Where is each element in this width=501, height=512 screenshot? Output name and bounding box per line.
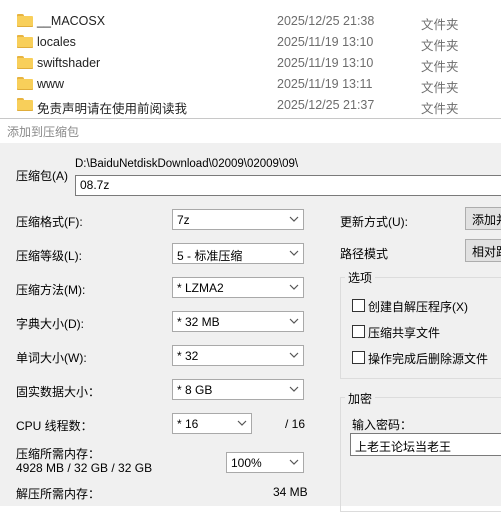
file-row[interactable]: __MACOSX 2025/12/25 21:38 文件夹: [0, 11, 501, 32]
format-label: 压缩格式(F):: [16, 215, 83, 229]
encrypt-title: 加密: [345, 390, 376, 407]
level-label: 压缩等级(L):: [16, 249, 83, 263]
folder-icon: [17, 56, 33, 69]
mem-percent-select[interactable]: 100%: [226, 452, 304, 473]
file-name: __MACOSX: [37, 14, 106, 28]
word-select-value: * 32: [177, 349, 199, 363]
sfx-checkbox[interactable]: [352, 299, 365, 312]
dialog-titlebar[interactable]: 添加到压缩包: [0, 119, 501, 143]
file-name: swiftshader: [37, 56, 101, 70]
file-date: 2025/11/19 13:10: [277, 56, 374, 70]
format-select-value: 7z: [177, 213, 190, 227]
update-mode-select[interactable]: 添加并: [465, 207, 501, 230]
word-select[interactable]: * 32: [172, 345, 304, 366]
dict-select[interactable]: * 32 MB: [172, 311, 304, 332]
file-row[interactable]: 免责声明请在使用前阅读我 2025/12/25 21:37 文件夹: [0, 95, 501, 116]
path-mode-select[interactable]: 相对路: [465, 239, 501, 262]
password-input[interactable]: 上老王论坛当老王: [350, 433, 501, 456]
file-list: __MACOSX 2025/12/25 21:38 文件夹 locales 20…: [0, 0, 501, 118]
file-name: locales: [37, 35, 76, 49]
file-date: 2025/11/19 13:10: [277, 35, 374, 49]
dialog-title: 添加到压缩包: [7, 125, 80, 139]
file-row[interactable]: swiftshader 2025/11/19 13:10 文件夹: [0, 53, 501, 74]
chevron-down-icon: [289, 457, 299, 467]
chevron-down-icon: [289, 316, 299, 326]
chevron-down-icon: [289, 384, 299, 394]
method-select[interactable]: * LZMA2: [172, 277, 304, 298]
path-mode-label: 路径模式: [340, 247, 389, 261]
mem-percent-value: 100%: [231, 456, 262, 470]
delete-after-label: 操作完成后删除源文件: [368, 352, 489, 366]
dict-label: 字典大小(D):: [16, 317, 84, 331]
shared-files-label: 压缩共享文件: [368, 326, 441, 340]
file-date: 2025/12/25 21:38: [277, 14, 375, 28]
level-select[interactable]: 5 - 标准压缩: [172, 243, 304, 264]
file-name: 免责声明请在使用前阅读我: [37, 102, 188, 116]
file-type: 文件夹: [421, 60, 459, 74]
archive-name-input[interactable]: 08.7z: [75, 175, 501, 196]
word-label: 单词大小(W):: [16, 351, 87, 365]
mem-compress-value: 4928 MB / 32 GB / 32 GB: [16, 461, 153, 475]
mem-decompress-label: 解压所需内存：: [16, 487, 101, 501]
dict-select-value: * 32 MB: [177, 315, 220, 329]
format-select[interactable]: 7z: [172, 209, 304, 230]
file-type: 文件夹: [421, 39, 459, 53]
archive-label: 压缩包(A): [16, 169, 68, 183]
threads-total: / 16: [285, 417, 306, 431]
solid-label: 固实数据大小：: [16, 385, 101, 399]
chevron-down-icon: [289, 350, 299, 360]
method-label: 压缩方法(M):: [16, 283, 86, 297]
add-to-archive-dialog: 添加到压缩包 压缩包(A) D:\BaiduNetdiskDownload\02…: [0, 118, 501, 512]
file-date: 2025/12/25 21:37: [277, 98, 375, 112]
file-row[interactable]: locales 2025/11/19 13:10 文件夹: [0, 32, 501, 53]
file-date: 2025/11/19 13:11: [277, 77, 373, 91]
threads-label: CPU 线程数：: [16, 419, 93, 433]
threads-select[interactable]: * 16: [172, 413, 252, 434]
file-row[interactable]: www 2025/11/19 13:11 文件夹: [0, 74, 501, 95]
delete-after-checkbox[interactable]: [352, 351, 365, 364]
file-type: 文件夹: [421, 102, 459, 116]
mem-decompress-value: 34 MB: [273, 485, 308, 499]
threads-select-value: * 16: [177, 417, 199, 431]
chevron-down-icon: [237, 418, 247, 428]
level-select-value: 5 - 标准压缩: [177, 249, 243, 263]
password-label: 输入密码：: [352, 418, 413, 432]
file-name: www: [37, 77, 65, 91]
sfx-checkbox-label: 创建自解压程序(X): [368, 300, 468, 314]
method-select-value: * LZMA2: [177, 281, 224, 295]
solid-select-value: * 8 GB: [177, 383, 213, 397]
folder-icon: [17, 35, 33, 48]
chevron-down-icon: [289, 282, 299, 292]
update-label: 更新方式(U):: [340, 215, 408, 229]
file-type: 文件夹: [421, 81, 459, 95]
solid-select[interactable]: * 8 GB: [172, 379, 304, 400]
dialog-body: 压缩包(A) D:\BaiduNetdiskDownload\02009\020…: [0, 143, 501, 512]
chevron-down-icon: [289, 214, 299, 224]
folder-icon: [17, 77, 33, 90]
folder-icon: [17, 98, 33, 111]
folder-icon: [17, 14, 33, 27]
file-type: 文件夹: [421, 18, 459, 32]
archive-path: D:\BaiduNetdiskDownload\02009\02009\09\: [75, 158, 299, 170]
mem-compress-label: 压缩所需内存：: [16, 447, 101, 461]
options-title: 选项: [345, 269, 376, 286]
shared-files-checkbox[interactable]: [352, 325, 365, 338]
chevron-down-icon: [289, 248, 299, 258]
